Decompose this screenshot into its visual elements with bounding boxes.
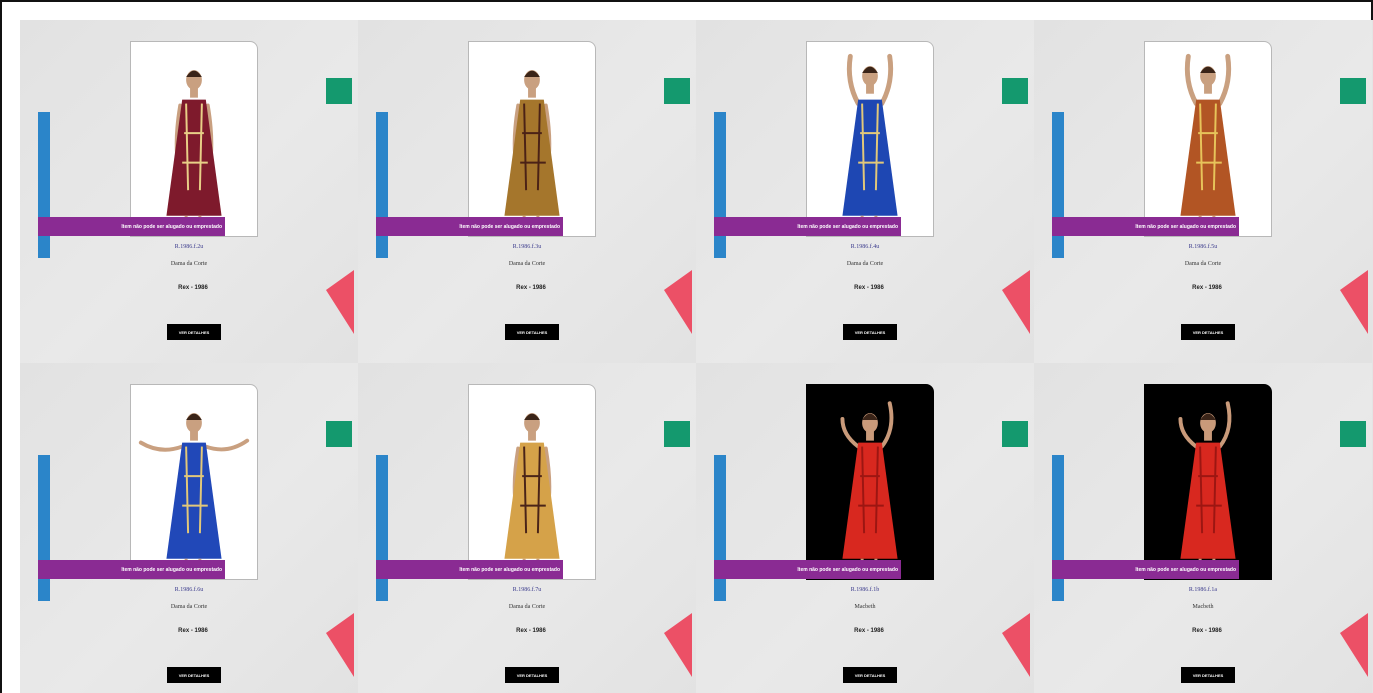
green-accent-square	[1002, 421, 1028, 447]
availability-banner: Item não pode ser alugado ou emprestado	[1052, 560, 1239, 579]
availability-banner: Item não pode ser alugado ou emprestado	[38, 217, 225, 236]
availability-banner: Item não pode ser alugado ou emprestado	[714, 217, 901, 236]
view-details-button[interactable]: VER DETALHES	[167, 324, 221, 340]
view-details-button[interactable]: VER DETALHES	[505, 667, 559, 683]
view-details-button[interactable]: VER DETALHES	[1181, 324, 1235, 340]
green-accent-square	[664, 78, 690, 104]
item-code: R.1986.f.1b	[850, 587, 880, 593]
item-code: R.1986.f.5u	[1188, 244, 1218, 250]
catalog-grid: Item não pode ser alugado ou emprestado …	[20, 20, 1373, 693]
blue-accent-bar	[38, 455, 50, 601]
item-title: Dama da Corte	[846, 261, 884, 267]
green-accent-square	[326, 421, 352, 447]
green-accent-square	[1340, 78, 1366, 104]
costume-photo[interactable]	[130, 41, 258, 237]
item-code: R.1986.f.6u	[174, 587, 204, 593]
product-card[interactable]: Item não pode ser alugado ou emprestado …	[1034, 20, 1372, 363]
costume-photo[interactable]	[806, 41, 934, 237]
view-details-button[interactable]: VER DETALHES	[843, 324, 897, 340]
item-title: Macbeth	[854, 604, 876, 610]
blue-accent-bar	[38, 112, 50, 258]
item-title: Dama da Corte	[508, 261, 546, 267]
product-card[interactable]: Item não pode ser alugado ou emprestado …	[1034, 363, 1372, 693]
costume-photo[interactable]	[468, 41, 596, 237]
product-card[interactable]: Item não pode ser alugado ou emprestado …	[358, 363, 696, 693]
red-accent-shape	[1002, 613, 1030, 677]
item-code: R.1986.f.1a	[1188, 587, 1218, 593]
costume-photo[interactable]	[130, 384, 258, 580]
item-production: Rex - 1986	[516, 285, 546, 291]
green-accent-square	[664, 421, 690, 447]
item-production: Rex - 1986	[516, 628, 546, 634]
costume-photo[interactable]	[1144, 384, 1272, 580]
blue-accent-bar	[714, 112, 726, 258]
item-code: R.1986.f.2u	[174, 244, 204, 250]
availability-banner: Item não pode ser alugado ou emprestado	[38, 560, 225, 579]
view-details-button[interactable]: VER DETALHES	[843, 667, 897, 683]
item-code: R.1986.f.4u	[850, 244, 880, 250]
item-production: Rex - 1986	[1192, 285, 1222, 291]
item-production: Rex - 1986	[1192, 628, 1222, 634]
blue-accent-bar	[376, 455, 388, 601]
item-production: Rex - 1986	[854, 285, 884, 291]
red-accent-shape	[664, 613, 692, 677]
costume-photo[interactable]	[1144, 41, 1272, 237]
item-code: R.1986.f.7u	[512, 587, 542, 593]
availability-banner: Item não pode ser alugado ou emprestado	[376, 560, 563, 579]
red-accent-shape	[326, 270, 354, 334]
costume-photo[interactable]	[806, 384, 934, 580]
blue-accent-bar	[376, 112, 388, 258]
blue-accent-bar	[714, 455, 726, 601]
view-details-button[interactable]: VER DETALHES	[167, 667, 221, 683]
item-title: Dama da Corte	[170, 604, 208, 610]
product-card[interactable]: Item não pode ser alugado ou emprestado …	[20, 363, 358, 693]
blue-accent-bar	[1052, 455, 1064, 601]
item-title: Dama da Corte	[508, 604, 546, 610]
item-title: Dama da Corte	[1184, 261, 1222, 267]
product-card[interactable]: Item não pode ser alugado ou emprestado …	[20, 20, 358, 363]
green-accent-square	[1340, 421, 1366, 447]
red-accent-shape	[1002, 270, 1030, 334]
red-accent-shape	[326, 613, 354, 677]
view-details-button[interactable]: VER DETALHES	[1181, 667, 1235, 683]
view-details-button[interactable]: VER DETALHES	[505, 324, 559, 340]
blue-accent-bar	[1052, 112, 1064, 258]
product-card[interactable]: Item não pode ser alugado ou emprestado …	[358, 20, 696, 363]
availability-banner: Item não pode ser alugado ou emprestado	[376, 217, 563, 236]
item-production: Rex - 1986	[854, 628, 884, 634]
item-title: Macbeth	[1192, 604, 1214, 610]
costume-photo[interactable]	[468, 384, 596, 580]
product-card[interactable]: Item não pode ser alugado ou emprestado …	[696, 363, 1034, 693]
item-production: Rex - 1986	[178, 628, 208, 634]
red-accent-shape	[1340, 613, 1368, 677]
availability-banner: Item não pode ser alugado ou emprestado	[1052, 217, 1239, 236]
item-production: Rex - 1986	[178, 285, 208, 291]
item-code: R.1986.f.3u	[512, 244, 542, 250]
red-accent-shape	[1340, 270, 1368, 334]
green-accent-square	[326, 78, 352, 104]
item-title: Dama da Corte	[170, 261, 208, 267]
red-accent-shape	[664, 270, 692, 334]
green-accent-square	[1002, 78, 1028, 104]
availability-banner: Item não pode ser alugado ou emprestado	[714, 560, 901, 579]
product-card[interactable]: Item não pode ser alugado ou emprestado …	[696, 20, 1034, 363]
